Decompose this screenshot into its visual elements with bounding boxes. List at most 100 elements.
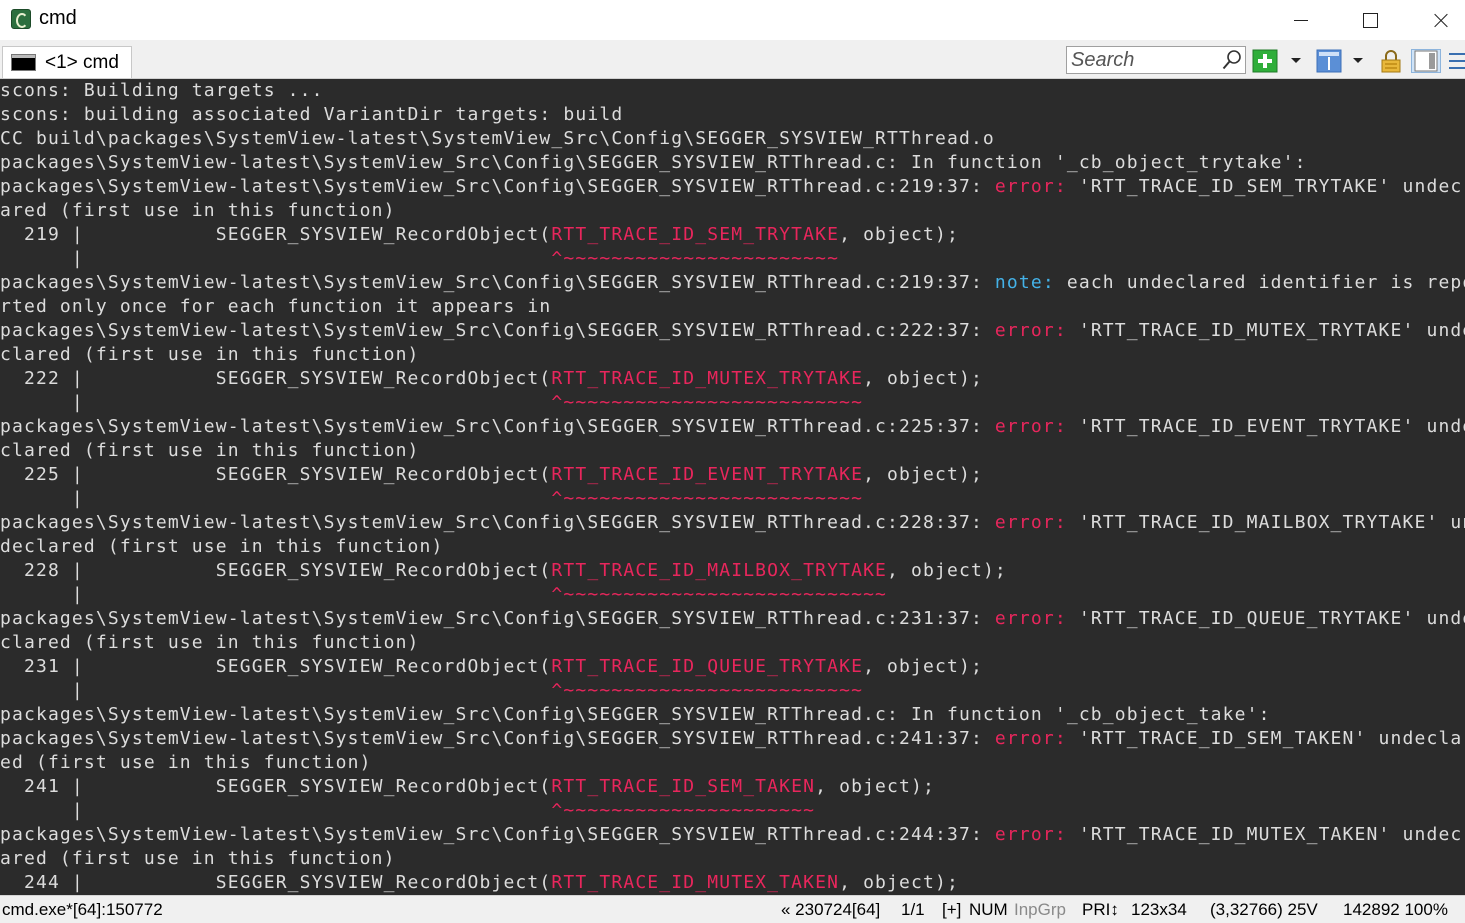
- caret-marker: ^~~~~~~~~~~~~~~~~~~~~~~~~~~~: [551, 584, 888, 605]
- console-line: packages\SystemView-latest\SystemView_Sr…: [0, 727, 1465, 751]
- console-line: packages\SystemView-latest\SystemView_Sr…: [0, 151, 1465, 175]
- console-line: CC build\packages\SystemView-latest\Syst…: [0, 127, 1465, 151]
- console-line: packages\SystemView-latest\SystemView_Sr…: [0, 607, 1465, 631]
- console-line: 219 | SEGGER_SYSVIEW_RecordObject(RTT_TR…: [0, 223, 1465, 247]
- console-line: 225 | SEGGER_SYSVIEW_RecordObject(RTT_TR…: [0, 463, 1465, 487]
- console-line: ared (first use in this function): [0, 199, 1465, 223]
- status-buffer[interactable]: 142892 100%: [1343, 900, 1448, 920]
- console-icon: [11, 54, 36, 71]
- console-text: 219 | SEGGER_SYSVIEW_RecordObject(: [0, 224, 552, 245]
- console-text: rted only once for each function it appe…: [0, 296, 552, 317]
- console-text: clared (first use in this function): [0, 440, 420, 461]
- console-text: |: [0, 800, 552, 821]
- console-text: ed (first use in this function): [0, 752, 372, 773]
- console-text: clared (first use in this function): [0, 632, 420, 653]
- caret-marker: ^~~~~~~~~~~~~~~~~~~~~~~~: [551, 248, 840, 269]
- console-line: | ^~~~~~~~~~~~~~~~~~~~~~: [0, 799, 1465, 823]
- console-line: scons: building associated VariantDir ta…: [0, 103, 1465, 127]
- console-text: 'RTT_TRACE_ID_QUEUE_TRYTAKE' unde: [1066, 608, 1465, 629]
- console-text: 231 | SEGGER_SYSVIEW_RecordObject(: [0, 656, 552, 677]
- console-line: ed (first use in this function): [0, 751, 1465, 775]
- console-text: packages\SystemView-latest\SystemView_Sr…: [0, 824, 995, 845]
- new-console-icon[interactable]: [1252, 49, 1278, 73]
- error-label: error:: [994, 608, 1067, 629]
- console-text: |: [0, 392, 552, 413]
- conemu-icon[interactable]: [11, 9, 31, 29]
- console-line: scons: Building targets ...: [0, 79, 1465, 103]
- error-label: error:: [994, 824, 1067, 845]
- search-box[interactable]: [1066, 46, 1246, 74]
- console-text: clared (first use in this function): [0, 344, 420, 365]
- console-line: | ^~~~~~~~~~~~~~~~~~~~~~~~: [0, 247, 1465, 271]
- console-lines: scons: Building targets ... scons: buildi…: [0, 79, 1465, 895]
- console-text: 241 | SEGGER_SYSVIEW_RecordObject(: [0, 776, 552, 797]
- console-text: , object);: [887, 560, 1007, 581]
- tab-cmd[interactable]: <1> cmd: [2, 46, 132, 78]
- split-view-icon[interactable]: [1316, 49, 1342, 73]
- console-line: | ^~~~~~~~~~~~~~~~~~~~~~~~~~: [0, 679, 1465, 703]
- console-line: clared (first use in this function): [0, 343, 1465, 367]
- status-page[interactable]: 1/1: [901, 900, 925, 920]
- status-process[interactable]: cmd.exe*[64]:150772: [2, 900, 163, 920]
- console-text: packages\SystemView-latest\SystemView_Sr…: [0, 512, 995, 533]
- console-text: ared (first use in this function): [0, 200, 396, 221]
- identifier-highlight: RTT_TRACE_ID_SEM_TRYTAKE: [551, 224, 840, 245]
- status-num[interactable]: NUM: [969, 900, 1008, 920]
- identifier-highlight: RTT_TRACE_ID_QUEUE_TRYTAKE: [551, 656, 864, 677]
- tab-bar: <1> cmd: [0, 40, 1465, 79]
- window-title: cmd: [39, 7, 77, 29]
- console-text: 'RTT_TRACE_ID_SEM_TAKEN' undecla: [1066, 728, 1463, 749]
- console-text: , object);: [863, 464, 983, 485]
- console-text: , object);: [839, 224, 959, 245]
- maximize-button[interactable]: [1336, 0, 1406, 40]
- status-size[interactable]: 123x34: [1131, 900, 1187, 920]
- console-line: 231 | SEGGER_SYSVIEW_RecordObject(RTT_TR…: [0, 655, 1465, 679]
- console-line: | ^~~~~~~~~~~~~~~~~~~~~~~~~~: [0, 391, 1465, 415]
- console-text: , object);: [815, 776, 935, 797]
- caret-marker: ^~~~~~~~~~~~~~~~~~~~~~: [551, 800, 816, 821]
- panel-toggle-icon[interactable]: [1411, 49, 1441, 73]
- identifier-highlight: RTT_TRACE_ID_EVENT_TRYTAKE: [551, 464, 864, 485]
- console-text: packages\SystemView-latest\SystemView_Sr…: [0, 176, 995, 197]
- console-line: packages\SystemView-latest\SystemView_Sr…: [0, 415, 1465, 439]
- console-line: 228 | SEGGER_SYSVIEW_RecordObject(RTT_TR…: [0, 559, 1465, 583]
- console-line: 244 | SEGGER_SYSVIEW_RecordObject(RTT_TR…: [0, 871, 1465, 895]
- minimize-button[interactable]: [1266, 0, 1336, 40]
- status-insert[interactable]: [+]: [942, 900, 961, 920]
- console-text: 'RTT_TRACE_ID_MAILBOX_TRYTAKE' un: [1066, 512, 1465, 533]
- menu-icon[interactable]: [1446, 49, 1465, 73]
- status-inpgrp[interactable]: InpGrp: [1014, 900, 1066, 920]
- note-label: note:: [994, 272, 1055, 293]
- console-text: , object);: [863, 656, 983, 677]
- console-text: 'RTT_TRACE_ID_SEM_TRYTAKE' undec: [1066, 176, 1463, 197]
- status-pri[interactable]: PRI↕: [1082, 900, 1119, 920]
- console-line: clared (first use in this function): [0, 439, 1465, 463]
- chevron-down-icon[interactable]: [1350, 49, 1366, 73]
- console-text: |: [0, 584, 552, 605]
- console-text: 225 | SEGGER_SYSVIEW_RecordObject(: [0, 464, 552, 485]
- search-input[interactable]: [1071, 49, 1216, 71]
- console-text: 'RTT_TRACE_ID_MUTEX_TRYTAKE' unde: [1066, 320, 1465, 341]
- identifier-highlight: RTT_TRACE_ID_MAILBOX_TRYTAKE: [551, 560, 888, 581]
- search-icon[interactable]: [1222, 50, 1242, 70]
- error-label: error:: [994, 512, 1067, 533]
- console-text: packages\SystemView-latest\SystemView_Sr…: [0, 728, 995, 749]
- console-text: declared (first use in this function): [0, 536, 444, 557]
- console-text: , object);: [839, 872, 959, 893]
- close-button[interactable]: [1405, 0, 1465, 40]
- console-line: declared (first use in this function): [0, 535, 1465, 559]
- console-line: packages\SystemView-latest\SystemView_Sr…: [0, 703, 1465, 727]
- identifier-highlight: RTT_TRACE_ID_MUTEX_TRYTAKE: [551, 368, 864, 389]
- caret-marker: ^~~~~~~~~~~~~~~~~~~~~~~~~~: [551, 488, 864, 509]
- console-text: 244 | SEGGER_SYSVIEW_RecordObject(: [0, 872, 552, 893]
- console-output[interactable]: scons: Building targets ... scons: buildi…: [0, 79, 1465, 895]
- lock-icon[interactable]: [1379, 49, 1403, 73]
- console-text: 'RTT_TRACE_ID_EVENT_TRYTAKE' unde: [1066, 416, 1465, 437]
- chevron-down-icon[interactable]: [1288, 49, 1304, 73]
- identifier-highlight: RTT_TRACE_ID_SEM_TAKEN: [551, 776, 816, 797]
- console-text: 222 | SEGGER_SYSVIEW_RecordObject(: [0, 368, 552, 389]
- status-cursor[interactable]: (3,32766) 25V: [1210, 900, 1318, 920]
- error-label: error:: [994, 416, 1067, 437]
- tab-label: <1> cmd: [45, 52, 119, 73]
- status-console-info[interactable]: « 230724[64]: [781, 900, 880, 920]
